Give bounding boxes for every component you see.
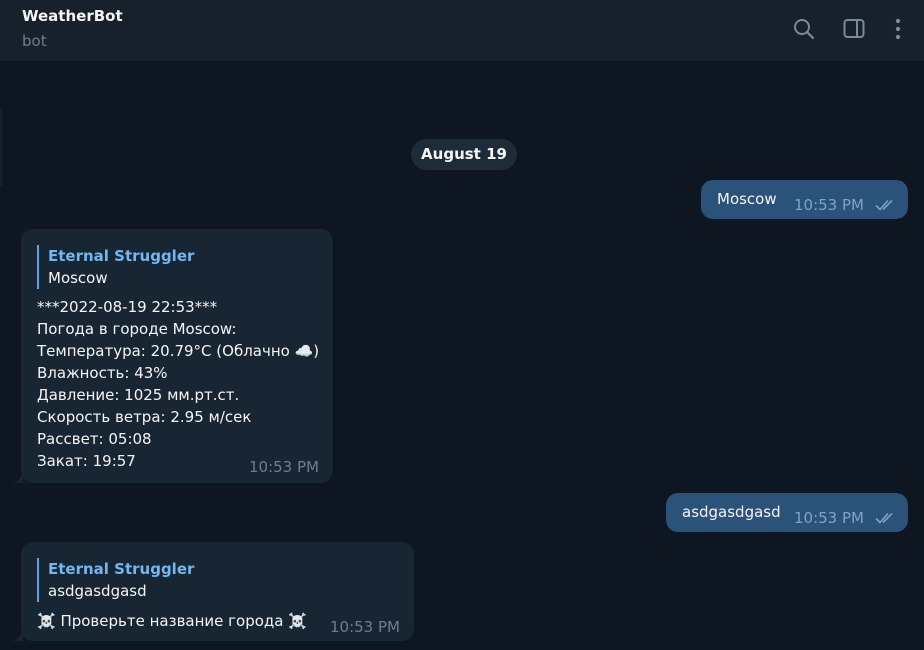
report-line: ***2022-08-19 22:53*** bbox=[37, 298, 218, 316]
error-message: ☠️ Проверьте название города ☠️ bbox=[37, 610, 307, 632]
sidebar-toggle-icon[interactable] bbox=[841, 16, 867, 42]
message-time: 10:53 PM bbox=[794, 196, 864, 214]
chat-title[interactable]: WeatherBot bbox=[22, 7, 123, 25]
bubble-tail bbox=[13, 473, 23, 483]
read-checkmarks-icon bbox=[875, 199, 893, 211]
reply-author: Eternal Struggler bbox=[48, 560, 195, 578]
reply-text: Moscow bbox=[48, 269, 108, 287]
outgoing-message[interactable]: asdgasdgasd 10:53 PM bbox=[666, 493, 908, 532]
reply-quote[interactable]: Eternal Struggler asdgasdgasd bbox=[37, 558, 194, 602]
date-separator: August 19 bbox=[411, 139, 517, 170]
chat-header: WeatherBot bot bbox=[0, 0, 924, 62]
incoming-message[interactable]: Eternal Struggler asdgasdgasd ☠️ Проверь… bbox=[21, 542, 414, 641]
report-line: Влажность: 43% bbox=[37, 364, 168, 382]
report-line: Температура: 20.79°C (Облачно ☁️) bbox=[37, 342, 320, 360]
chat-subtitle: bot bbox=[22, 32, 47, 50]
report-line: Рассвет: 05:08 bbox=[37, 430, 152, 448]
report-line: Давление: 1025 мм.рт.ст. bbox=[37, 386, 240, 404]
report-line: Погода в городе Moscow: bbox=[37, 320, 237, 338]
message-text: Moscow bbox=[717, 190, 777, 208]
message-time: 10:53 PM bbox=[330, 618, 400, 636]
more-icon[interactable] bbox=[885, 16, 911, 42]
reply-author: Eternal Struggler bbox=[48, 247, 195, 265]
reply-quote[interactable]: Eternal Struggler Moscow bbox=[37, 245, 194, 289]
window-edge bbox=[0, 108, 2, 186]
read-checkmarks-icon bbox=[875, 512, 893, 524]
weather-report: ***2022-08-19 22:53*** Погода в городе M… bbox=[37, 296, 319, 472]
search-icon[interactable] bbox=[791, 16, 817, 42]
report-line: ☠️ Проверьте название города ☠️ bbox=[37, 612, 307, 630]
message-text: asdgasdgasd bbox=[682, 503, 781, 521]
incoming-message[interactable]: Eternal Struggler Moscow ***2022-08-19 2… bbox=[21, 229, 333, 483]
message-time: 10:53 PM bbox=[794, 509, 864, 527]
reply-text: asdgasdgasd bbox=[48, 582, 147, 600]
message-time: 10:53 PM bbox=[249, 458, 319, 476]
report-line: Скорость ветра: 2.95 м/сек bbox=[37, 408, 252, 426]
outgoing-message[interactable]: Moscow 10:53 PM bbox=[701, 180, 908, 219]
bubble-tail bbox=[13, 631, 23, 641]
